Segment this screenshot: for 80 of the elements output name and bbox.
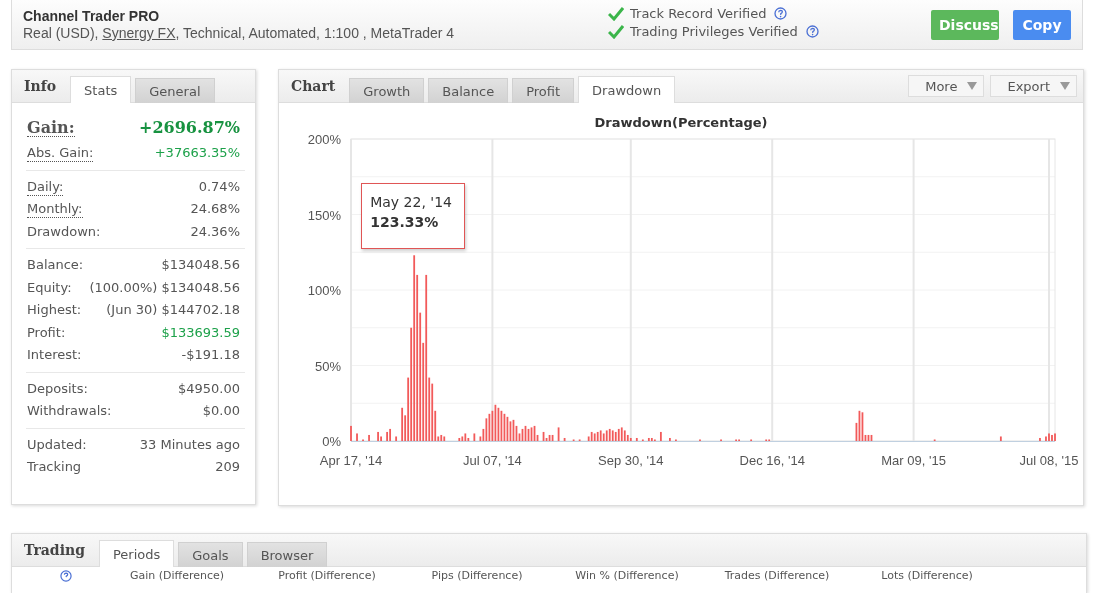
axis-label: 0% <box>322 434 341 449</box>
column-header: Profit (Difference) <box>277 569 377 582</box>
tooltip-date: May 22, '14 <box>370 194 453 211</box>
stat-label[interactable]: Daily: <box>27 178 64 196</box>
tab[interactable]: Periods <box>98 540 175 567</box>
stat-value: 33 Minutes ago <box>139 435 240 454</box>
chart-title: Drawdown(Percentage) <box>593 115 769 132</box>
axis-label: Jul 08, '15 <box>1019 453 1079 468</box>
column-header: Pips (Difference) <box>430 569 524 582</box>
tab[interactable]: Drawdown <box>578 76 676 103</box>
stat-label: Interest: <box>27 346 82 364</box>
dropdown-button[interactable]: More <box>908 75 985 97</box>
account-title: Channel Trader PRO <box>23 8 161 24</box>
stat-value: $4950.00 <box>177 379 240 398</box>
stat-value: $0.00 <box>202 402 240 420</box>
stat-value: +37663.35% <box>154 144 240 162</box>
bar <box>635 438 638 441</box>
tab[interactable]: Browser <box>246 542 328 567</box>
bar <box>999 436 1002 441</box>
tab[interactable]: General <box>135 78 215 103</box>
bar <box>563 438 566 441</box>
stat-value: 209 <box>215 458 240 476</box>
bar <box>557 427 560 441</box>
account-details: Real (USD), Synergy FX, Technical, Automated, 1:100 , MetaTrader 4 <box>23 25 456 41</box>
stat-label: Withdrawals: <box>27 402 112 420</box>
bar <box>395 436 398 441</box>
axis-label: 200% <box>307 132 341 147</box>
stat-value: 24.36% <box>190 222 240 241</box>
panel-title: Trading <box>24 542 85 558</box>
tab[interactable]: Stats <box>70 76 132 103</box>
stat-label: Equity: <box>27 278 72 297</box>
axis-label: 150% <box>307 207 341 223</box>
verification-label: Trading Privileges Verified <box>630 24 798 39</box>
stat-value: 24.68% <box>190 200 240 218</box>
bar <box>473 433 476 441</box>
stat-label[interactable]: Gain: <box>27 120 75 137</box>
tab[interactable]: Profit <box>512 78 575 103</box>
column-header: Lots (Difference) <box>880 569 974 582</box>
stat-label: Highest: <box>27 301 82 319</box>
dropdown-button[interactable]: Export <box>990 75 1077 97</box>
help-icon[interactable] <box>774 7 788 20</box>
column-header: Win % (Difference) <box>574 569 680 582</box>
stat-value: 0.74% <box>198 177 240 196</box>
axis-label: 50% <box>314 358 341 374</box>
stat-value: $134048.56 <box>161 278 240 297</box>
stat-value: $133693.59 <box>161 323 240 342</box>
stat-label[interactable]: Monthly: <box>27 201 83 218</box>
axis-label: 100% <box>307 283 341 298</box>
stat-note: (Jun 30) <box>106 301 158 319</box>
panel-title: Info <box>24 78 57 94</box>
stat-value: -$191.18 <box>181 346 240 364</box>
tooltip-value: 123.33% <box>370 214 440 231</box>
caret-icon <box>967 82 978 90</box>
axis-label: Jul 07, '14 <box>462 453 522 468</box>
stat-note: (100.00%) <box>89 278 158 297</box>
axis-label: Sep 30, '14 <box>598 453 664 468</box>
help-icon[interactable] <box>805 25 819 38</box>
tab[interactable]: Goals <box>178 542 243 567</box>
stat-label: Deposits: <box>27 379 88 398</box>
column-header: Gain (Difference) <box>128 569 226 582</box>
stat-value: $144702.18 <box>161 301 240 319</box>
broker-link[interactable]: Synergy FX <box>102 25 176 41</box>
stat-value: +2696.87% <box>139 118 240 137</box>
stat-label: Updated: <box>27 435 87 454</box>
column-header: Trades (Difference) <box>723 569 831 582</box>
tab[interactable]: Balance <box>428 78 509 103</box>
stat-label: Balance: <box>27 256 84 274</box>
stat-label: Profit: <box>27 323 66 342</box>
stat-label[interactable]: Abs. Gain: <box>27 145 94 162</box>
panel-title: Chart <box>291 78 336 94</box>
axis-label: Mar 09, '15 <box>881 453 946 468</box>
axis-label: Dec 16, '14 <box>739 453 805 468</box>
caret-icon <box>1060 82 1070 90</box>
stat-value: $134048.56 <box>161 256 240 274</box>
axis-label: Apr 17, '14 <box>319 453 383 468</box>
stat-label: Drawdown: <box>27 222 101 241</box>
help-icon[interactable] <box>60 569 72 582</box>
tab[interactable]: Growth <box>349 78 425 103</box>
stat-label: Tracking <box>27 458 82 476</box>
verification-label: Track Record Verified <box>630 6 767 21</box>
